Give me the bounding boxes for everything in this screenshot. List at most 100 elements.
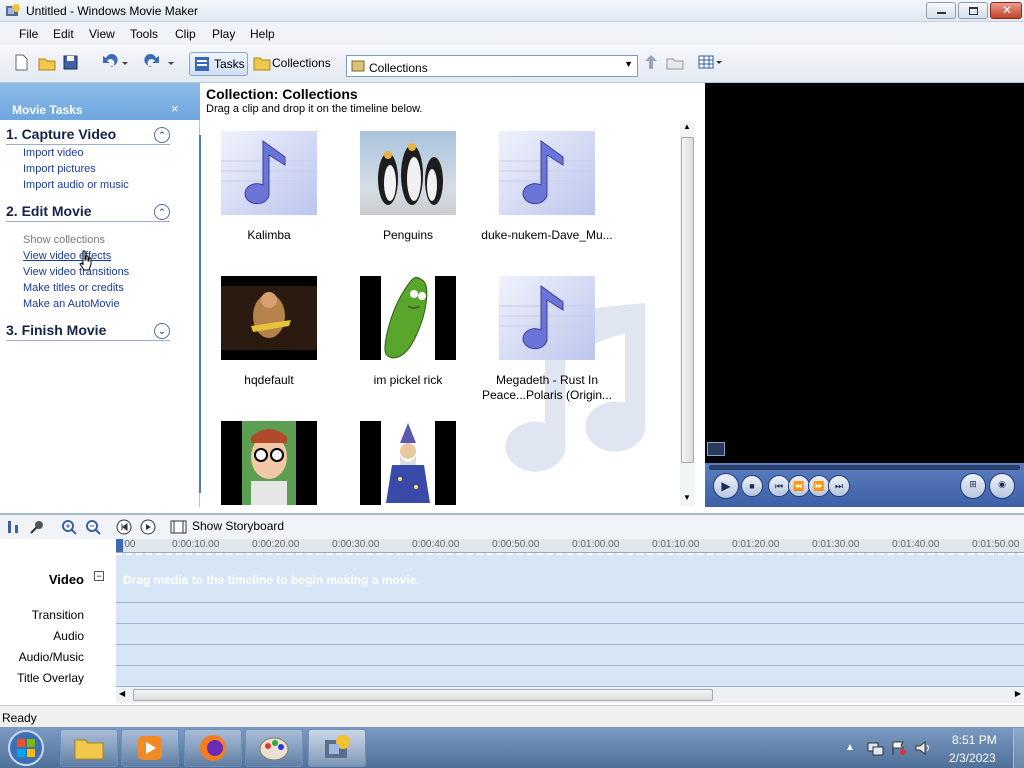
show-storyboard-button[interactable]: Show Storyboard: [170, 519, 284, 537]
fullscreen-icon[interactable]: [707, 442, 725, 456]
link-make-automovie[interactable]: Make an AutoMovie: [23, 298, 120, 310]
timeline-scrollbar[interactable]: ◀ ▶: [116, 687, 1024, 703]
clip-thumbnail[interactable]: [221, 421, 317, 505]
expand-icon[interactable]: ⌄: [154, 323, 170, 339]
ruler-tick: 0:01:30.00: [812, 539, 860, 550]
rewind-timeline-icon[interactable]: [116, 519, 132, 535]
start-button[interactable]: [4, 728, 48, 768]
rewind-button[interactable]: ⏪: [788, 475, 810, 497]
clip-thumbnail[interactable]: [360, 131, 456, 215]
zoom-in-icon[interactable]: [61, 519, 77, 535]
action-center-icon[interactable]: [890, 740, 908, 756]
clip-label: im pickel rick: [373, 373, 443, 387]
collections-dropdown[interactable]: Collections ▼: [346, 55, 638, 77]
playhead[interactable]: [116, 539, 123, 552]
menu-tools[interactable]: Tools: [130, 27, 158, 41]
take-picture-button[interactable]: ◉: [989, 473, 1015, 499]
set-audio-levels-icon[interactable]: [6, 519, 22, 535]
next-frame-button[interactable]: ⏭: [828, 475, 850, 497]
network-icon[interactable]: [866, 740, 884, 756]
scrollbar-thumb[interactable]: [133, 689, 713, 701]
scroll-down-icon[interactable]: ▼: [683, 493, 691, 502]
window-title: Untitled - Windows Movie Maker: [26, 4, 199, 18]
show-hidden-icons[interactable]: ▲: [845, 742, 855, 753]
undo-button[interactable]: [96, 52, 134, 76]
stop-button[interactable]: ■: [741, 475, 763, 497]
video-track[interactable]: Drag media to the timeline to begin maki…: [116, 553, 1024, 603]
clip-thumbnail[interactable]: [499, 131, 595, 215]
pane-splitter[interactable]: [199, 135, 201, 493]
link-make-titles[interactable]: Make titles or credits: [23, 282, 124, 294]
split-clip-button[interactable]: ⊞: [960, 473, 986, 499]
menu-clip[interactable]: Clip: [175, 27, 196, 41]
restore-button[interactable]: [958, 2, 988, 19]
open-project-button[interactable]: [37, 52, 57, 76]
fast-forward-button[interactable]: ⏩: [808, 475, 830, 497]
close-button[interactable]: ✕: [990, 2, 1022, 19]
clock-time[interactable]: 8:51 PM: [952, 733, 997, 747]
scroll-up-icon[interactable]: ▲: [683, 122, 691, 131]
menu-edit[interactable]: Edit: [53, 27, 74, 41]
link-import-video[interactable]: Import video: [23, 147, 84, 159]
clip-thumbnail[interactable]: [360, 421, 456, 505]
section-edit-movie[interactable]: 2. Edit Movie ⌃: [6, 203, 170, 222]
taskbar-movie-maker[interactable]: [308, 729, 366, 767]
menu-help[interactable]: Help: [250, 27, 275, 41]
up-one-level-button[interactable]: [643, 52, 659, 76]
clip-thumbnail[interactable]: [360, 276, 456, 360]
dropdown-arrow-icon: ▼: [624, 59, 633, 69]
new-project-button[interactable]: [12, 52, 32, 76]
menu-view[interactable]: View: [89, 27, 115, 41]
zoom-out-icon[interactable]: [85, 519, 101, 535]
link-view-video-transitions[interactable]: View video transitions: [23, 266, 129, 278]
clip-thumbnail[interactable]: [221, 131, 317, 215]
play-button[interactable]: ▶: [713, 473, 739, 499]
new-collection-folder-button[interactable]: [666, 52, 684, 76]
fast-forward-icon: ⏩: [813, 481, 825, 491]
redo-button[interactable]: [142, 52, 180, 76]
menu-file[interactable]: File: [19, 27, 38, 41]
collections-label: Collections: [272, 56, 331, 70]
collapse-icon[interactable]: ⌃: [154, 204, 170, 220]
link-view-video-effects[interactable]: View video effects: [23, 250, 111, 262]
views-button[interactable]: [697, 52, 725, 76]
scroll-right-icon[interactable]: ▶: [1015, 689, 1021, 698]
collapse-icon[interactable]: ⌃: [154, 127, 170, 143]
taskbar-paint[interactable]: [245, 729, 303, 767]
clip-thumbnail[interactable]: [499, 276, 595, 360]
link-import-audio[interactable]: Import audio or music: [23, 179, 129, 191]
menu-play[interactable]: Play: [212, 27, 235, 41]
clock-date[interactable]: 2/3/2023: [949, 751, 996, 765]
volume-icon[interactable]: [914, 740, 932, 756]
tasks-button[interactable]: Tasks: [189, 52, 248, 76]
tasks-label: Tasks: [214, 57, 245, 71]
minimize-button[interactable]: [926, 2, 956, 19]
task-pane-close-button[interactable]: ×: [171, 101, 179, 116]
scroll-left-icon[interactable]: ◀: [119, 689, 125, 698]
previous-frame-button[interactable]: ⏮: [768, 475, 790, 497]
scrollbar-thumb[interactable]: [681, 137, 694, 463]
new-folder-icon: [666, 58, 684, 70]
audio-music-track[interactable]: [116, 645, 1024, 666]
taskbar-explorer[interactable]: [60, 729, 118, 767]
timeline-ruler[interactable]: 0:00 0:00:10.00 0:00:20.00 0:00:30.00 0:…: [116, 539, 1024, 553]
link-show-collections[interactable]: Show collections: [23, 234, 105, 246]
save-project-button[interactable]: [61, 52, 81, 76]
section-capture-video[interactable]: 1. Capture Video ⌃: [6, 126, 170, 145]
media-player-icon: [138, 736, 162, 760]
show-desktop-button[interactable]: [1013, 728, 1024, 768]
taskbar-firefox[interactable]: [184, 729, 242, 767]
collections-button[interactable]: Collections: [252, 52, 336, 76]
title-overlay-track[interactable]: [116, 666, 1024, 687]
seek-bar[interactable]: [709, 465, 1020, 470]
collapse-track-icon[interactable]: −: [94, 571, 104, 581]
clip-thumbnail[interactable]: [221, 276, 317, 360]
play-timeline-icon[interactable]: [140, 519, 156, 535]
transition-track[interactable]: [116, 603, 1024, 624]
audio-track[interactable]: [116, 624, 1024, 645]
narrate-timeline-icon[interactable]: [29, 519, 45, 535]
link-import-pictures[interactable]: Import pictures: [23, 163, 96, 175]
taskbar-media-player[interactable]: [121, 729, 179, 767]
collection-scrollbar[interactable]: ▲ ▼: [680, 121, 695, 506]
section-finish-movie[interactable]: 3. Finish Movie ⌄: [6, 322, 170, 341]
